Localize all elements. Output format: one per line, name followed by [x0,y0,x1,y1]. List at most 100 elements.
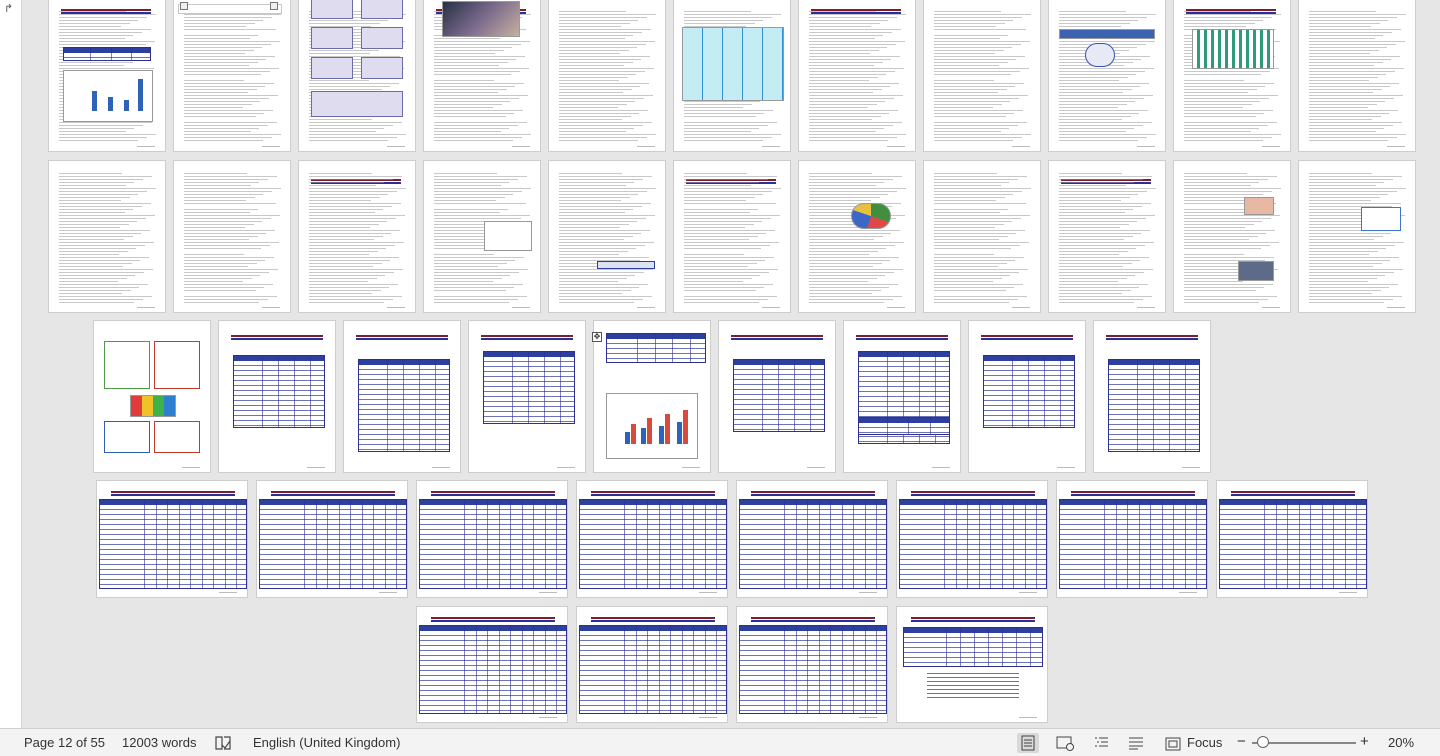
corner-arrow-icon: ↱ [4,3,14,15]
move-handle-icon[interactable]: ✥ [592,332,602,342]
chart-bar [683,410,688,444]
page-thumbnail[interactable] [576,606,728,723]
zoom-in-button[interactable]: + [1360,733,1369,750]
page-thumbnail[interactable] [1298,0,1416,152]
data-table [579,499,727,589]
page-thumbnail[interactable] [343,320,461,473]
page-thumbnail[interactable] [736,606,888,723]
vertical-ruler: ↱ [0,0,22,728]
page-thumbnail[interactable] [673,0,791,152]
data-table [233,355,325,428]
zoom-level[interactable]: 20% [1388,735,1414,750]
status-bar: Page 12 of 55 12003 words English (Unite… [0,728,1440,756]
book-check-icon[interactable] [214,735,232,751]
page-thumbnail[interactable] [1173,160,1291,313]
page-thumbnail[interactable] [298,0,416,152]
page-thumbnail[interactable] [1048,0,1166,152]
page-thumbnail[interactable] [93,320,211,473]
chart-bar [124,100,129,111]
page-thumbnail[interactable] [96,480,248,598]
data-table [606,333,706,363]
page-thumbnail[interactable] [896,606,1048,723]
page-thumbnail[interactable] [218,320,336,473]
page-thumbnail[interactable] [173,0,291,152]
focus-icon[interactable] [1165,736,1181,752]
page-thumbnail[interactable] [843,320,961,473]
page-thumbnail[interactable] [423,160,541,313]
page-indicator[interactable]: Page 12 of 55 [24,735,105,750]
page-thumbnail[interactable] [173,160,291,313]
page-thumbnail[interactable] [298,160,416,313]
page-thumbnail[interactable] [1173,0,1291,152]
data-table [1059,499,1207,589]
data-table [259,499,407,589]
page-thumbnail[interactable] [48,160,166,313]
revenue-chart [63,70,153,122]
data-table [858,417,950,435]
data-table [1219,499,1367,589]
page-thumbnail[interactable] [576,480,728,598]
data-table [99,499,247,589]
opportunities-box [104,421,150,453]
chart-bar [108,97,113,111]
page-thumbnail[interactable] [256,480,408,598]
page-thumbnail[interactable] [896,480,1048,598]
weaknesses-box [154,341,200,389]
chart-bar [677,422,682,444]
page-thumbnail[interactable] [673,160,791,313]
outline-view-button[interactable] [1090,733,1112,753]
data-table [419,625,567,714]
left-indent-marker[interactable] [180,2,188,10]
print-layout-button[interactable] [1017,733,1039,753]
page-thumbnail[interactable] [1093,320,1211,473]
word-count[interactable]: 12003 words [122,735,196,750]
chart-bar [625,432,630,444]
data-table [358,359,450,452]
profit-loss-chart [606,393,698,459]
page-thumbnail[interactable] [593,320,711,473]
page-thumbnail[interactable] [468,320,586,473]
web-layout-icon [1056,736,1074,751]
data-table [483,351,575,424]
page-thumbnail[interactable] [1048,160,1166,313]
language-indicator[interactable]: English (United Kingdom) [253,735,400,750]
page-thumbnail[interactable] [798,160,916,313]
page-thumbnail[interactable] [548,160,666,313]
data-table [739,625,887,714]
print-layout-icon [1021,735,1035,751]
page-thumbnail[interactable] [736,480,888,598]
data-table [983,355,1075,428]
page-thumbnail[interactable] [968,320,1086,473]
document-canvas[interactable] [22,0,1440,728]
zoom-slider-thumb[interactable] [1257,736,1269,748]
photo-image [442,1,520,37]
draft-view-button[interactable] [1125,733,1147,753]
page-thumbnail[interactable] [718,320,836,473]
page-thumbnail[interactable] [416,606,568,723]
focus-button[interactable]: Focus [1187,735,1222,750]
right-indent-marker[interactable] [270,2,278,10]
page-thumbnail[interactable] [1056,480,1208,598]
page-thumbnail[interactable] [548,0,666,152]
data-table [739,499,887,589]
data-table [579,625,727,714]
chart-bar [665,414,670,444]
chart-bar [138,79,143,111]
page-thumbnail[interactable] [423,0,541,152]
page-thumbnail[interactable] [1298,160,1416,313]
data-table [899,499,1047,589]
chart-bar [647,418,652,444]
page-thumbnail[interactable] [923,160,1041,313]
page-thumbnail[interactable] [798,0,916,152]
page-thumbnail[interactable] [48,0,166,152]
page-thumbnail[interactable] [416,480,568,598]
horizontal-ruler[interactable] [170,0,290,16]
chart-bar [641,428,646,444]
zoom-out-button[interactable]: − [1237,733,1246,750]
web-layout-button[interactable] [1054,733,1076,753]
page-thumbnail[interactable] [923,0,1041,152]
outline-icon [1095,737,1108,747]
data-table [1108,359,1200,452]
pie-chart-image [851,203,891,229]
page-thumbnail[interactable] [1216,480,1368,598]
